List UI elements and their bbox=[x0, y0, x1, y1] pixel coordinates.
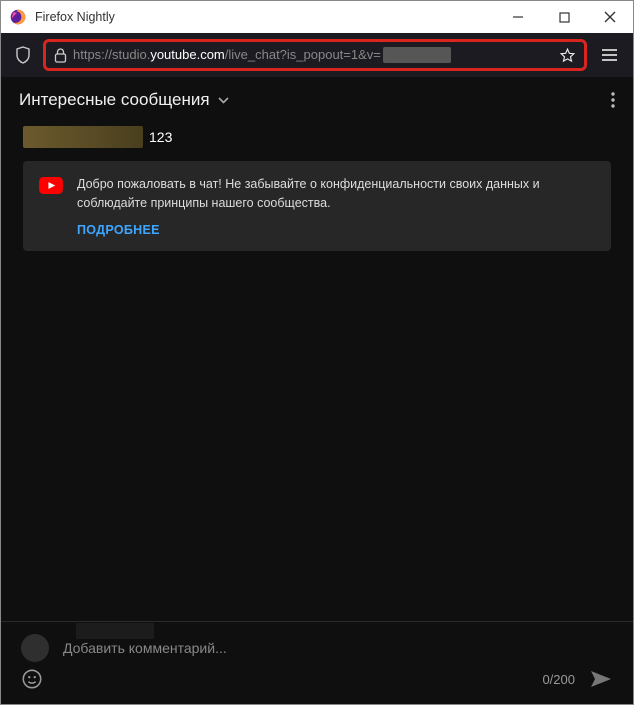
redacted-author-name bbox=[76, 623, 154, 639]
browser-window: Firefox Nightly https://studio.youtube.c… bbox=[0, 0, 634, 705]
address-bar[interactable]: https://studio.youtube.com/live_chat?is_… bbox=[43, 39, 587, 71]
close-button[interactable] bbox=[587, 1, 633, 33]
url-text: https://studio.youtube.com/live_chat?is_… bbox=[73, 47, 553, 64]
hamburger-menu-icon[interactable] bbox=[593, 39, 625, 71]
chat-panel: Интересные сообщения 123 Добро пожаловат… bbox=[1, 77, 633, 704]
window-title: Firefox Nightly bbox=[35, 10, 495, 24]
browser-toolbar: https://studio.youtube.com/live_chat?is_… bbox=[1, 33, 633, 77]
send-icon[interactable] bbox=[589, 669, 613, 689]
caret-down-icon[interactable] bbox=[218, 97, 229, 104]
banner-text: Добро пожаловать в чат! Не забывайте о к… bbox=[77, 175, 595, 213]
minimize-button[interactable] bbox=[495, 1, 541, 33]
firefox-icon bbox=[9, 8, 27, 26]
redacted-segment bbox=[383, 47, 451, 63]
comment-input[interactable]: Добавить комментарий... bbox=[63, 640, 613, 656]
shield-icon[interactable] bbox=[9, 41, 37, 69]
chat-header: Интересные сообщения bbox=[1, 77, 633, 123]
lock-icon bbox=[54, 48, 67, 63]
window-titlebar: Firefox Nightly bbox=[1, 1, 633, 33]
window-controls bbox=[495, 1, 633, 33]
input-tools-row: 0/200 bbox=[21, 668, 613, 690]
welcome-banner: Добро пожаловать в чат! Не забывайте о к… bbox=[23, 161, 611, 251]
banner-learn-more-link[interactable]: ПОДРОБНЕЕ bbox=[77, 223, 595, 237]
user-avatar[interactable] bbox=[21, 634, 49, 662]
more-vert-icon[interactable] bbox=[611, 92, 615, 108]
redacted-username bbox=[23, 126, 143, 148]
chat-filter-dropdown[interactable]: Интересные сообщения bbox=[19, 90, 210, 110]
char-counter: 0/200 bbox=[542, 672, 575, 687]
banner-content: Добро пожаловать в чат! Не забывайте о к… bbox=[77, 175, 595, 237]
bookmark-star-icon[interactable] bbox=[559, 47, 576, 64]
emoji-picker-icon[interactable] bbox=[21, 668, 43, 690]
chat-message-row: 123 bbox=[1, 123, 633, 151]
chat-message-text: 123 bbox=[149, 129, 172, 145]
maximize-button[interactable] bbox=[541, 1, 587, 33]
youtube-icon bbox=[39, 177, 63, 194]
